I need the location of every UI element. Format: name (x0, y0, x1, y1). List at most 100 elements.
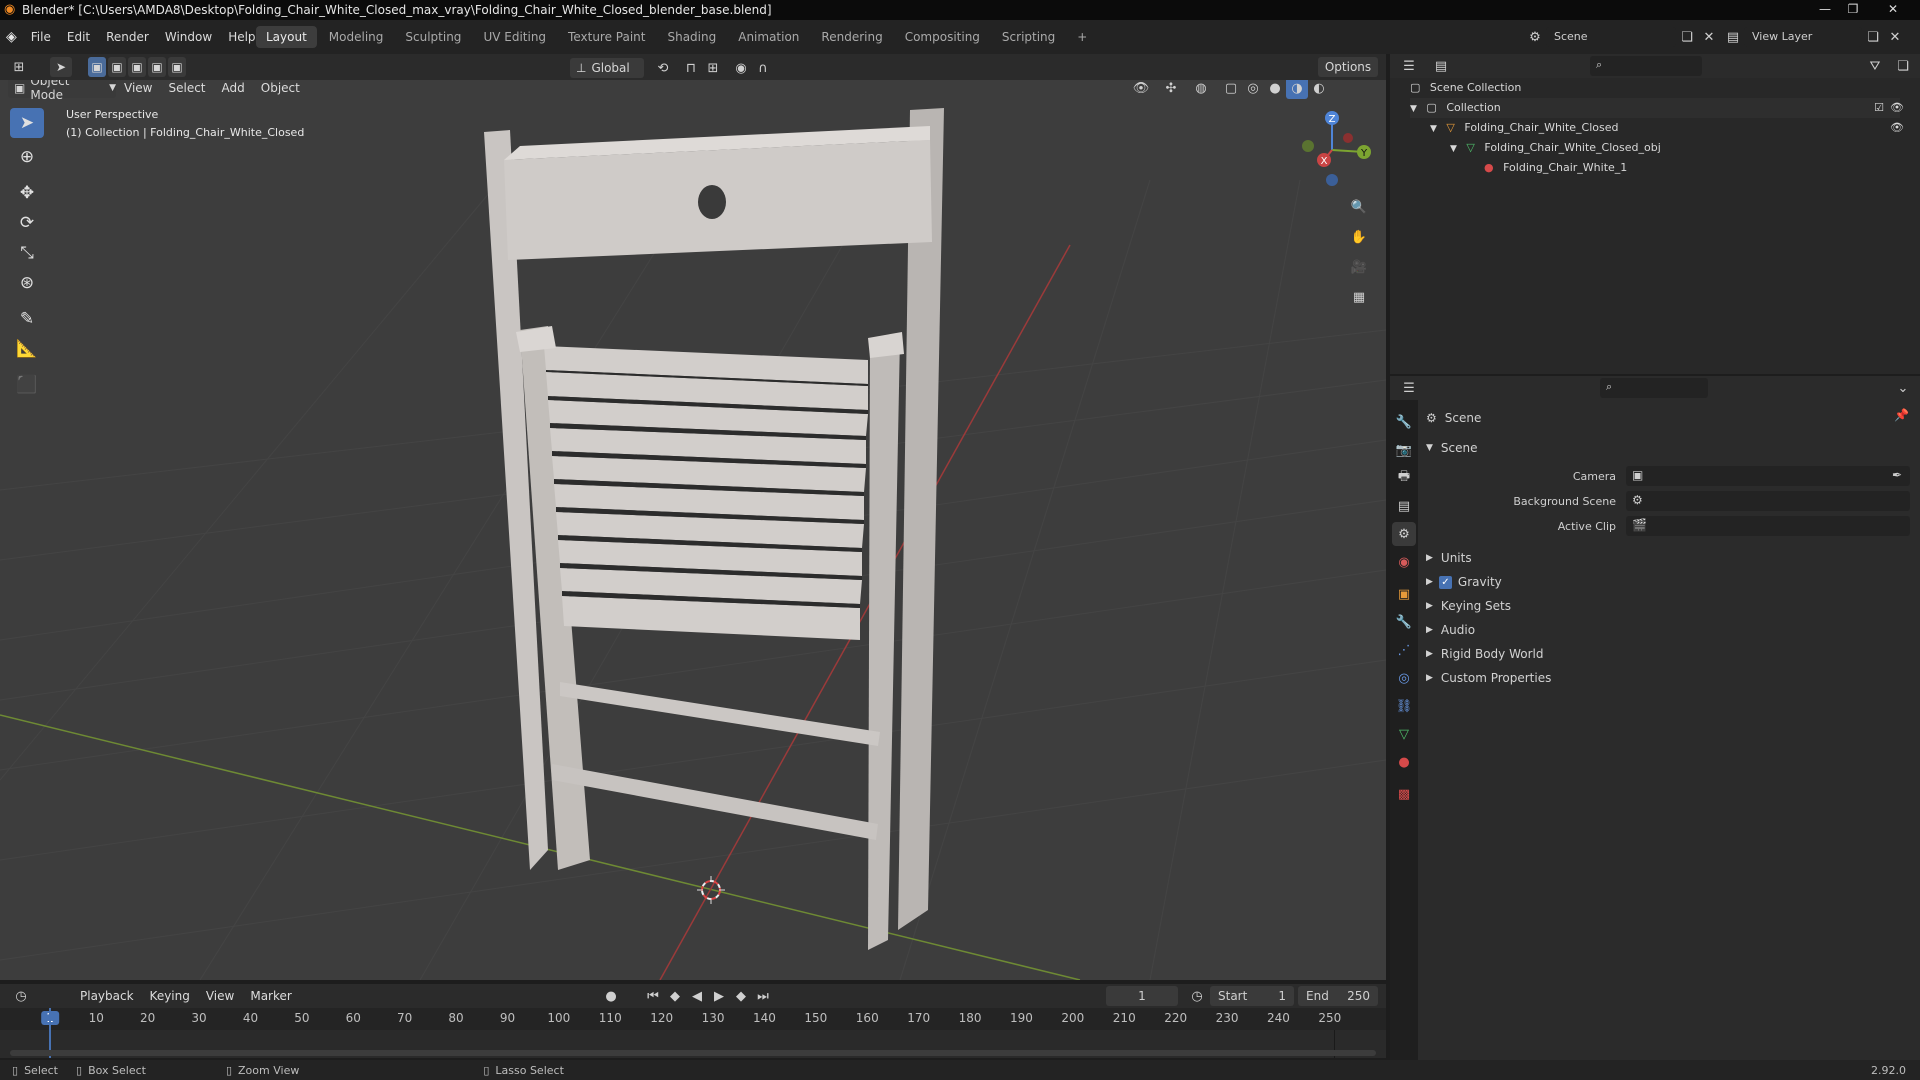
material-shading-icon[interactable]: ◑ (1286, 80, 1308, 99)
timeline-menu-playback[interactable]: Playback (72, 985, 142, 1007)
timeline-scrollbar[interactable] (10, 1050, 1376, 1056)
timeline-menu-keying[interactable]: Keying (142, 985, 198, 1007)
tab-texture-paint[interactable]: Texture Paint (558, 26, 655, 48)
zoom-icon[interactable]: 🔍 (1348, 196, 1370, 218)
timeline-area[interactable]: 1102030405060708090100110120130140150160… (0, 1008, 1386, 1058)
snap-icon[interactable]: ⊓ (680, 57, 702, 79)
proportional-editing-icon[interactable]: ◉ (730, 57, 752, 79)
new-collection-icon[interactable]: ❏ (1892, 55, 1914, 77)
properties-options-icon[interactable]: ⌄ (1892, 377, 1914, 399)
select-mode-subtract-icon[interactable]: ▣ (128, 57, 146, 77)
display-mode-icon[interactable]: ▤ (1430, 55, 1452, 77)
snap-target-icon[interactable]: ⊞ (702, 57, 724, 79)
outliner-editor-type-icon[interactable]: ☰ (1398, 55, 1420, 77)
current-frame-field[interactable]: 1 (1106, 986, 1178, 1006)
minimize-icon[interactable]: — (1812, 2, 1838, 18)
end-frame-field[interactable]: End 250 (1298, 986, 1378, 1006)
particles-tab-icon[interactable]: ⋰ (1392, 638, 1416, 662)
remove-view-layer-icon[interactable]: ✕ (1884, 26, 1906, 48)
view-layer-name-field[interactable]: View Layer (1744, 27, 1862, 47)
jump-end-icon[interactable]: ⏭ (752, 985, 774, 1007)
perspective-grid-icon[interactable]: ▦ (1348, 286, 1370, 308)
record-icon[interactable]: ● (600, 985, 622, 1007)
new-view-layer-icon[interactable]: ❏ (1862, 26, 1884, 48)
scene-tab-icon[interactable]: ⚙ (1392, 522, 1416, 546)
outliner-search-field[interactable]: ⌕ (1590, 56, 1702, 76)
expand-arrow-icon[interactable]: ▼ (1430, 124, 1437, 134)
outliner-item-collection[interactable]: ▼ ▢ Collection ☑ 👁 (1410, 98, 1904, 118)
tab-layout[interactable]: Layout (256, 26, 317, 48)
outliner-item-mesh[interactable]: ▼ ▽ Folding_Chair_White_Closed_obj (1450, 138, 1661, 158)
tab-rendering[interactable]: Rendering (811, 26, 892, 48)
tab-sculpting[interactable]: Sculpting (395, 26, 471, 48)
cursor-tool-icon[interactable]: ⊕ (10, 142, 44, 172)
remove-scene-icon[interactable]: ✕ (1698, 26, 1720, 48)
rotate-tool-icon[interactable]: ⟳ (10, 208, 44, 238)
data-tab-icon[interactable]: ▽ (1392, 722, 1416, 746)
3d-viewport[interactable]: ▣ Object Mode ▼ View Select Add Object 👁… (0, 80, 1386, 980)
select-tool-icon[interactable]: ➤ (50, 57, 72, 77)
expand-arrow-icon[interactable]: ▼ (1450, 144, 1457, 154)
expand-arrow-icon[interactable]: ▼ (1410, 104, 1417, 114)
units-panel[interactable]: ▶ Units (1426, 546, 1916, 570)
menu-window[interactable]: Window (157, 20, 220, 54)
eyedropper-icon[interactable]: ✒ (1892, 468, 1902, 482)
add-workspace-icon[interactable]: + (1067, 26, 1097, 48)
timeline-menu-marker[interactable]: Marker (242, 985, 299, 1007)
mode-dropdown[interactable]: ▣ Object Mode ▼ (8, 80, 116, 102)
filter-icon[interactable]: ⛛ (1864, 55, 1886, 77)
constraints-tab-icon[interactable]: ⛓ (1392, 694, 1416, 718)
viewport-menu-object[interactable]: Object (253, 80, 308, 100)
scene-name-field[interactable]: Scene (1546, 27, 1676, 47)
gravity-checkbox[interactable]: ✓ (1438, 575, 1452, 589)
menu-file[interactable]: File (23, 20, 59, 54)
tab-shading[interactable]: Shading (657, 26, 726, 48)
viewport-menu-add[interactable]: Add (214, 80, 253, 100)
transform-tool-icon[interactable]: ⊛ (10, 268, 44, 298)
menu-edit[interactable]: Edit (59, 20, 98, 54)
select-mode-new-icon[interactable]: ▣ (88, 57, 106, 77)
scene-icon[interactable]: ⚙ (1524, 26, 1546, 48)
texture-tab-icon[interactable]: ▩ (1392, 782, 1416, 806)
keying-sets-panel[interactable]: ▶ Keying Sets (1426, 594, 1916, 618)
render-tab-icon[interactable]: 📷 (1392, 438, 1416, 462)
properties-search-field[interactable]: ⌕ (1600, 378, 1708, 398)
select-mode-invert-icon[interactable]: ▣ (148, 57, 166, 77)
camera-view-icon[interactable]: 🎥 (1348, 256, 1370, 278)
timeline-menu-view[interactable]: View (198, 985, 242, 1007)
tool-tab-icon[interactable]: 🔧 (1392, 410, 1416, 434)
options-dropdown[interactable]: Options (1318, 57, 1378, 77)
next-keyframe-icon[interactable]: ◆ (730, 985, 752, 1007)
frame-ruler[interactable]: 1102030405060708090100110120130140150160… (0, 1008, 1386, 1030)
add-cube-tool-icon[interactable]: ⬛ (10, 370, 44, 400)
tab-animation[interactable]: Animation (728, 26, 809, 48)
outliner-item-material[interactable]: ● Folding_Chair_White_1 (1484, 158, 1627, 178)
properties-editor-type-icon[interactable]: ☰ (1398, 377, 1420, 399)
active-clip-field[interactable]: 🎬 (1626, 516, 1910, 536)
outliner-scene-collection[interactable]: ▢ Scene Collection (1410, 78, 1521, 98)
viewport-menu-view[interactable]: View (116, 80, 160, 100)
viewport-menu-select[interactable]: Select (160, 80, 213, 100)
audio-panel[interactable]: ▶ Audio (1426, 618, 1916, 642)
overlay-toggle-icon[interactable]: ◍ (1190, 80, 1212, 99)
wireframe-shading-icon[interactable]: ◎ (1242, 80, 1264, 99)
annotate-tool-icon[interactable]: ✎ (10, 304, 44, 334)
object-tab-icon[interactable]: ▣ (1392, 582, 1416, 606)
play-reverse-icon[interactable]: ◀ (686, 985, 708, 1007)
world-tab-icon[interactable]: ◉ (1392, 550, 1416, 574)
outliner-item-object[interactable]: ▼ ▽ Folding_Chair_White_Closed 👁 (1430, 118, 1904, 138)
pin-icon[interactable]: 📌 (1894, 408, 1909, 422)
view-layer-icon[interactable]: ▤ (1722, 26, 1744, 48)
physics-tab-icon[interactable]: ◎ (1392, 666, 1416, 690)
rendered-shading-icon[interactable]: ◐ (1308, 80, 1330, 99)
custom-properties-panel[interactable]: ▶ Custom Properties (1426, 666, 1916, 690)
move-tool-icon[interactable]: ✥ (10, 178, 44, 208)
tab-scripting[interactable]: Scripting (992, 26, 1065, 48)
select-mode-extend-icon[interactable]: ▣ (108, 57, 126, 77)
measure-tool-icon[interactable]: 📐 (10, 334, 44, 364)
jump-start-icon[interactable]: ⏮ (642, 985, 664, 1007)
falloff-icon[interactable]: ∩ (752, 57, 774, 79)
pivot-point-icon[interactable]: ⟲ (652, 57, 674, 79)
blender-menu-icon[interactable]: ◈ (6, 29, 17, 45)
rigid-body-world-panel[interactable]: ▶ Rigid Body World (1426, 642, 1916, 666)
